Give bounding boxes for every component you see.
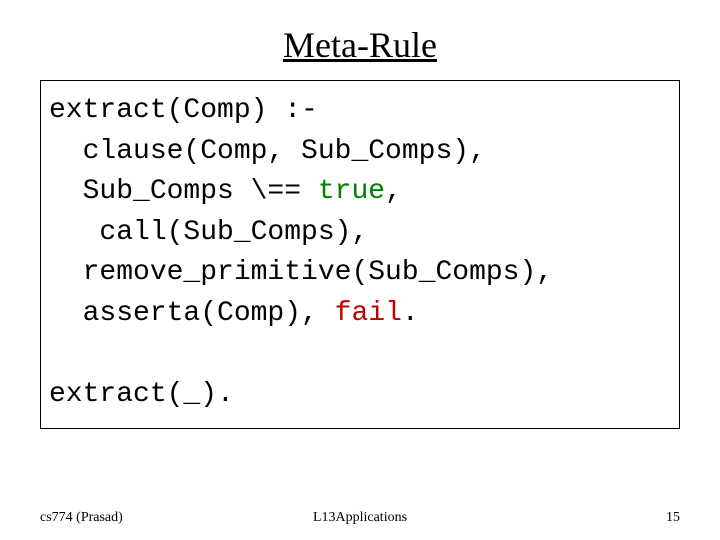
footer-right: 15 bbox=[666, 510, 680, 526]
code-line-5: remove_primitive(Sub_Comps), bbox=[49, 257, 553, 288]
code-block: extract(Comp) :- clause(Comp, Sub_Comps)… bbox=[49, 91, 671, 416]
slide: Meta-Rule extract(Comp) :- clause(Comp, … bbox=[0, 0, 720, 540]
footer: cs774 (Prasad) L13Applications 15 bbox=[40, 510, 680, 526]
code-line-2: clause(Comp, Sub_Comps), bbox=[49, 136, 486, 167]
footer-left: cs774 (Prasad) bbox=[40, 510, 123, 526]
keyword-true: true bbox=[318, 176, 385, 207]
code-line-6a: asserta(Comp), bbox=[49, 298, 335, 329]
slide-title: Meta-Rule bbox=[40, 24, 680, 66]
code-line-7: extract(_). bbox=[49, 379, 234, 410]
code-line-3c: , bbox=[385, 176, 402, 207]
footer-center: L13Applications bbox=[40, 510, 680, 526]
code-line-4: call(Sub_Comps), bbox=[49, 217, 368, 248]
code-line-3a: Sub_Comps \== bbox=[49, 176, 318, 207]
code-line-1: extract(Comp) :- bbox=[49, 95, 318, 126]
code-line-6c: . bbox=[402, 298, 419, 329]
keyword-fail: fail bbox=[335, 298, 402, 329]
code-box: extract(Comp) :- clause(Comp, Sub_Comps)… bbox=[40, 80, 680, 429]
